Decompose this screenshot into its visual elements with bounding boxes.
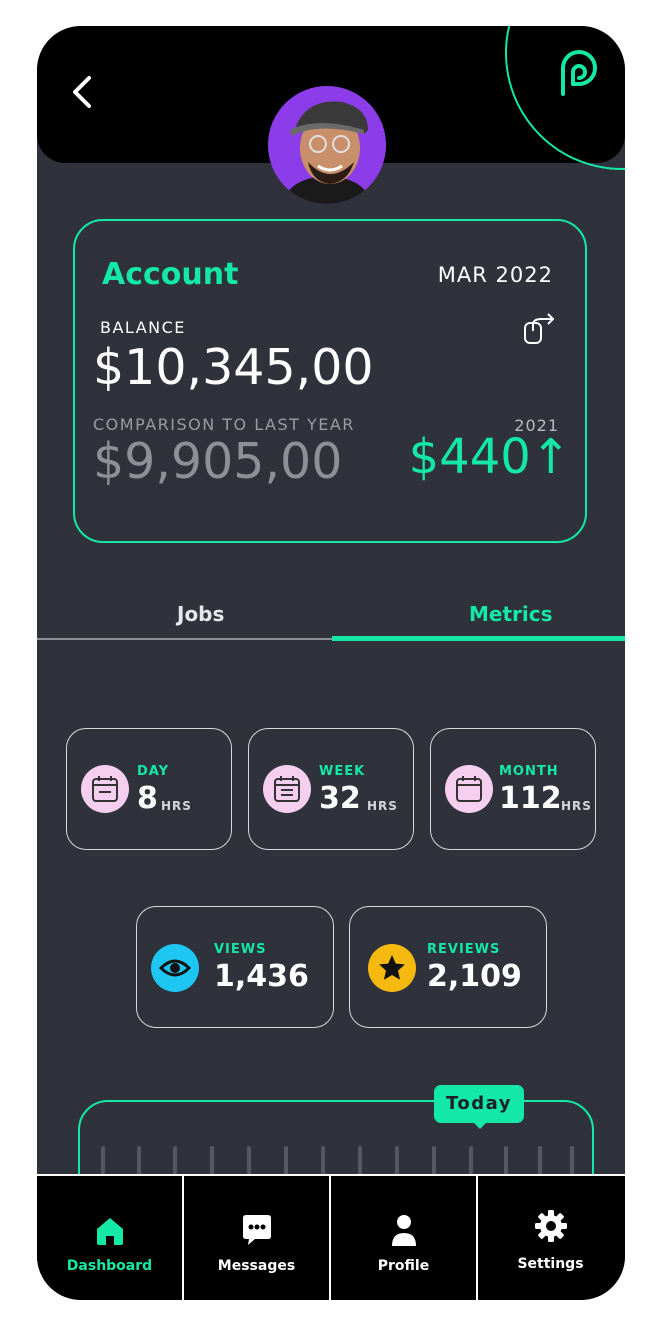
star-icon (368, 944, 416, 992)
calendar-icon (445, 765, 493, 813)
nav-dashboard[interactable]: Dashboard (37, 1176, 182, 1300)
balance-label: BALANCE (100, 318, 186, 337)
tile-value: 1,436 (214, 959, 309, 994)
nav-label: Messages (217, 1258, 296, 1274)
tile-label: DAY (137, 764, 170, 779)
phone-screen: Account MAR 2022 BALANCE $10,345,00 COMP… (37, 26, 625, 1300)
tile-value: 2,109 (427, 959, 522, 994)
share-icon (524, 313, 555, 344)
tile-value: 8 (137, 781, 158, 816)
month-hours-tile[interactable]: MONTH 112 HRS (430, 728, 596, 850)
gear-icon (535, 1210, 567, 1242)
tab-jobs[interactable]: Jobs (177, 602, 224, 626)
comparison-value: $9,905,00 (93, 433, 343, 490)
user-icon (392, 1215, 416, 1246)
nav-messages[interactable]: Messages (184, 1176, 329, 1300)
balance-value: $10,345,00 (93, 339, 374, 396)
tile-unit: HRS (561, 799, 592, 813)
chat-icon (243, 1215, 271, 1245)
week-hours-tile[interactable]: WEEK 32 HRS (248, 728, 414, 850)
account-title: Account (102, 257, 239, 292)
account-date: MAR 2022 (437, 263, 553, 287)
tile-value: 112 (499, 781, 562, 816)
reviews-tile[interactable]: REVIEWS 2,109 (349, 906, 547, 1028)
nav-label: Settings (517, 1256, 584, 1272)
home-icon (97, 1218, 123, 1245)
tab-metrics[interactable]: Metrics (469, 602, 553, 626)
calendar-icon (263, 765, 311, 813)
balance-delta: $440↑ (408, 429, 571, 485)
nav-label: Profile (377, 1258, 430, 1274)
tile-value: 32 (319, 781, 361, 816)
app-logo-icon (553, 46, 603, 100)
today-marker-arrow (471, 1120, 489, 1129)
avatar[interactable] (268, 86, 386, 204)
tile-label: MONTH (499, 764, 559, 779)
nav-profile[interactable]: Profile (331, 1176, 476, 1300)
today-marker[interactable]: Today (434, 1085, 524, 1123)
views-tile[interactable]: VIEWS 1,436 (136, 906, 334, 1028)
back-button[interactable] (65, 72, 105, 112)
chevron-left-icon (73, 76, 91, 108)
nav-settings[interactable]: Settings (478, 1176, 623, 1300)
tile-unit: HRS (367, 799, 398, 813)
nav-label: Dashboard (66, 1258, 153, 1274)
comparison-label: COMPARISON TO LAST YEAR (93, 415, 355, 434)
bottom-nav: Dashboard Messages Profile Settings (37, 1174, 625, 1300)
tile-label: WEEK (319, 764, 366, 779)
calendar-icon (81, 765, 129, 813)
tab-active-indicator (332, 636, 625, 641)
eye-icon (151, 944, 199, 992)
tab-bar: Jobs Metrics (37, 594, 625, 644)
tile-unit: HRS (161, 799, 192, 813)
account-card: Account MAR 2022 BALANCE $10,345,00 COMP… (73, 219, 587, 543)
tile-label: VIEWS (214, 942, 267, 957)
share-button[interactable] (521, 311, 557, 347)
profile-photo (268, 86, 386, 204)
tile-label: REVIEWS (427, 942, 501, 957)
day-hours-tile[interactable]: DAY 8 HRS (66, 728, 232, 850)
